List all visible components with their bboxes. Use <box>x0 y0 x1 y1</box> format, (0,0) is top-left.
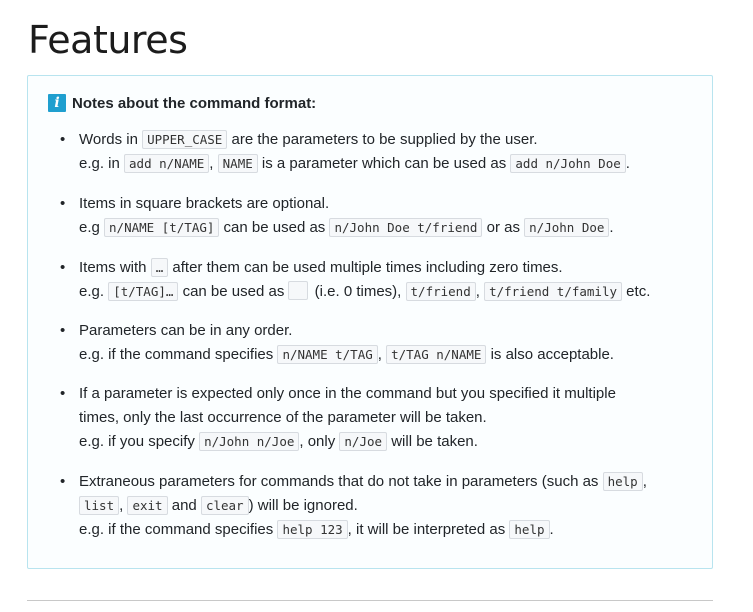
note-line: e.g n/NAME [t/TAG] can be used as n/John… <box>79 216 690 240</box>
code-snippet: n/NAME t/TAG <box>277 345 378 364</box>
bullet-icon: • <box>60 195 66 212</box>
code-snippet: add n/John Doe <box>510 154 626 173</box>
bullet-icon: • <box>60 322 66 339</box>
code-snippet: add n/NAME <box>124 154 210 173</box>
text: . <box>609 219 614 236</box>
code-snippet: list <box>79 496 120 515</box>
code-snippet: NAME <box>217 154 258 173</box>
text: and <box>167 497 201 514</box>
note-line: e.g. in add n/NAME, NAME is a parameter … <box>79 152 690 176</box>
notes-info-box: i Notes about the command format: • Word… <box>27 75 713 569</box>
text: are the parameters to be supplied by the… <box>227 131 538 148</box>
text: after them can be used multiple times in… <box>168 259 563 276</box>
note-line: list, exit and clear) will be ignored. <box>79 494 690 518</box>
note-line: times, only the last occurrence of the p… <box>79 406 690 430</box>
code-snippet: clear <box>200 496 249 515</box>
bullet-icon: • <box>60 385 66 402</box>
text: Words in <box>79 131 143 148</box>
text: , <box>209 155 218 172</box>
code-snippet: help 123 <box>277 520 348 539</box>
code-snippet: … <box>150 258 169 277</box>
note-line: e.g. if the command specifies help 123, … <box>79 518 690 542</box>
bullet-icon: • <box>60 473 66 490</box>
bullet-icon: • <box>60 131 66 148</box>
code-snippet: [t/TAG]… <box>108 282 179 301</box>
code-snippet: exit <box>127 496 168 515</box>
text: ) will be ignored. <box>248 497 358 514</box>
text: , <box>377 346 387 363</box>
section-divider <box>27 600 713 601</box>
bullet-icon: • <box>60 259 66 276</box>
text: e.g. in <box>79 155 125 172</box>
text: , <box>475 283 485 300</box>
code-snippet: help <box>602 472 643 491</box>
text: e.g. if the command specifies <box>79 346 278 363</box>
list-item: • Parameters can be in any order. e.g. i… <box>60 319 690 382</box>
list-item: • Items with … after them can be used mu… <box>60 256 690 319</box>
code-snippet: UPPER_CASE <box>142 130 228 149</box>
page-title: Features <box>28 18 188 62</box>
text: e.g. <box>79 283 109 300</box>
text: e.g <box>79 219 105 236</box>
empty-code-snippet <box>288 281 309 300</box>
text: . <box>625 155 630 172</box>
note-line: Extraneous parameters for commands that … <box>79 470 690 494</box>
notes-title: Notes about the command format: <box>72 94 317 112</box>
note-line: Words in UPPER_CASE are the parameters t… <box>79 128 690 152</box>
info-icon: i <box>48 94 66 112</box>
text: Parameters can be in any order. <box>79 322 293 339</box>
code-snippet: n/Joe <box>339 432 388 451</box>
text: e.g. if you specify <box>79 433 200 450</box>
note-line: Items with … after them can be used mult… <box>79 256 690 280</box>
text: Items with <box>79 259 151 276</box>
text: will be taken. <box>387 433 478 450</box>
text: Extraneous parameters for commands that … <box>79 473 603 490</box>
text: , <box>642 473 647 490</box>
note-line: Parameters can be in any order. <box>79 319 690 343</box>
note-line: e.g. [t/TAG]… can be used as (i.e. 0 tim… <box>79 280 690 304</box>
list-item: • Words in UPPER_CASE are the parameters… <box>60 128 690 192</box>
text: etc. <box>622 283 651 300</box>
text: times, only the last occurrence of the p… <box>79 409 487 426</box>
code-snippet: n/John Doe <box>524 218 610 237</box>
text: Items in square brackets are optional. <box>79 195 330 212</box>
list-item: • Extraneous parameters for commands tha… <box>60 470 690 542</box>
text: can be used as <box>219 219 330 236</box>
code-snippet: t/friend t/family <box>484 282 623 301</box>
text: . <box>549 521 554 538</box>
note-line: e.g. if you specify n/John n/Joe, only n… <box>79 430 690 454</box>
code-snippet: n/NAME [t/TAG] <box>104 218 220 237</box>
notes-list: • Words in UPPER_CASE are the parameters… <box>60 128 690 542</box>
list-item: • If a parameter is expected only once i… <box>60 382 690 470</box>
note-line: Items in square brackets are optional. <box>79 192 690 216</box>
text: e.g. if the command specifies <box>79 521 278 538</box>
text: , only <box>299 433 340 450</box>
code-snippet: t/friend <box>405 282 476 301</box>
note-line: e.g. if the command specifies n/NAME t/T… <box>79 343 690 367</box>
code-snippet: help <box>509 520 550 539</box>
text: (i.e. 0 times), <box>310 283 406 300</box>
code-snippet: n/John n/Joe <box>199 432 300 451</box>
text: If a parameter is expected only once in … <box>79 385 616 402</box>
list-item: • Items in square brackets are optional.… <box>60 192 690 256</box>
text: or as <box>482 219 525 236</box>
text: , it will be interpreted as <box>347 521 510 538</box>
code-snippet: t/TAG n/NAME <box>386 345 487 364</box>
text: can be used as <box>178 283 289 300</box>
text: is a parameter which can be used as <box>257 155 511 172</box>
text: is also acceptable. <box>486 346 614 363</box>
code-snippet: n/John Doe t/friend <box>329 218 483 237</box>
note-line: If a parameter is expected only once in … <box>79 382 690 406</box>
notes-header: i Notes about the command format: <box>48 93 316 113</box>
